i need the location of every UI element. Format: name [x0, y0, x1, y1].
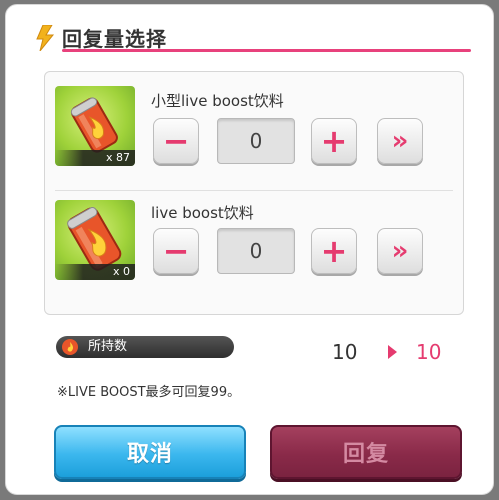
decrease-button[interactable]: −	[153, 118, 199, 164]
owned-label-text: 所持数	[88, 339, 128, 354]
recover-button[interactable]: 回复	[270, 425, 462, 479]
owned-after-value: 10	[416, 340, 442, 364]
item-count: x 87	[55, 150, 135, 166]
recovery-note: ※LIVE BOOST最多可回复99。	[57, 385, 241, 400]
owned-current-value: 10	[332, 340, 358, 364]
quantity-field[interactable]: 0	[217, 118, 295, 164]
owned-count-label: 所持数	[56, 336, 234, 358]
item-panel: x 87 小型live boost饮料 − 0 + » x 0 live boo…	[44, 71, 464, 315]
arrow-right-icon	[388, 345, 397, 359]
double-chevron-icon: »	[391, 126, 409, 156]
item-count: x 0	[55, 264, 135, 280]
increase-button[interactable]: +	[311, 118, 357, 164]
max-button[interactable]: »	[377, 118, 423, 164]
recovery-dialog: 回复量选择 x 87 小型live boost饮料 − 0 + » x 0 li…	[5, 4, 494, 495]
lightning-icon	[36, 25, 55, 51]
max-button[interactable]: »	[377, 228, 423, 274]
double-chevron-icon: »	[391, 236, 409, 266]
increase-button[interactable]: +	[311, 228, 357, 274]
dialog-title: 回复量选择	[62, 27, 167, 51]
cancel-button[interactable]: 取消	[54, 425, 246, 479]
quantity-field[interactable]: 0	[217, 228, 295, 274]
item-name: live boost饮料	[151, 204, 254, 222]
item-divider	[55, 190, 453, 191]
flame-icon	[62, 339, 78, 355]
decrease-button[interactable]: −	[153, 228, 199, 274]
item-thumbnail-drink: x 0	[55, 200, 135, 280]
item-name: 小型live boost饮料	[151, 92, 284, 110]
item-thumbnail-small-drink: x 87	[55, 86, 135, 166]
title-underline	[62, 49, 471, 52]
